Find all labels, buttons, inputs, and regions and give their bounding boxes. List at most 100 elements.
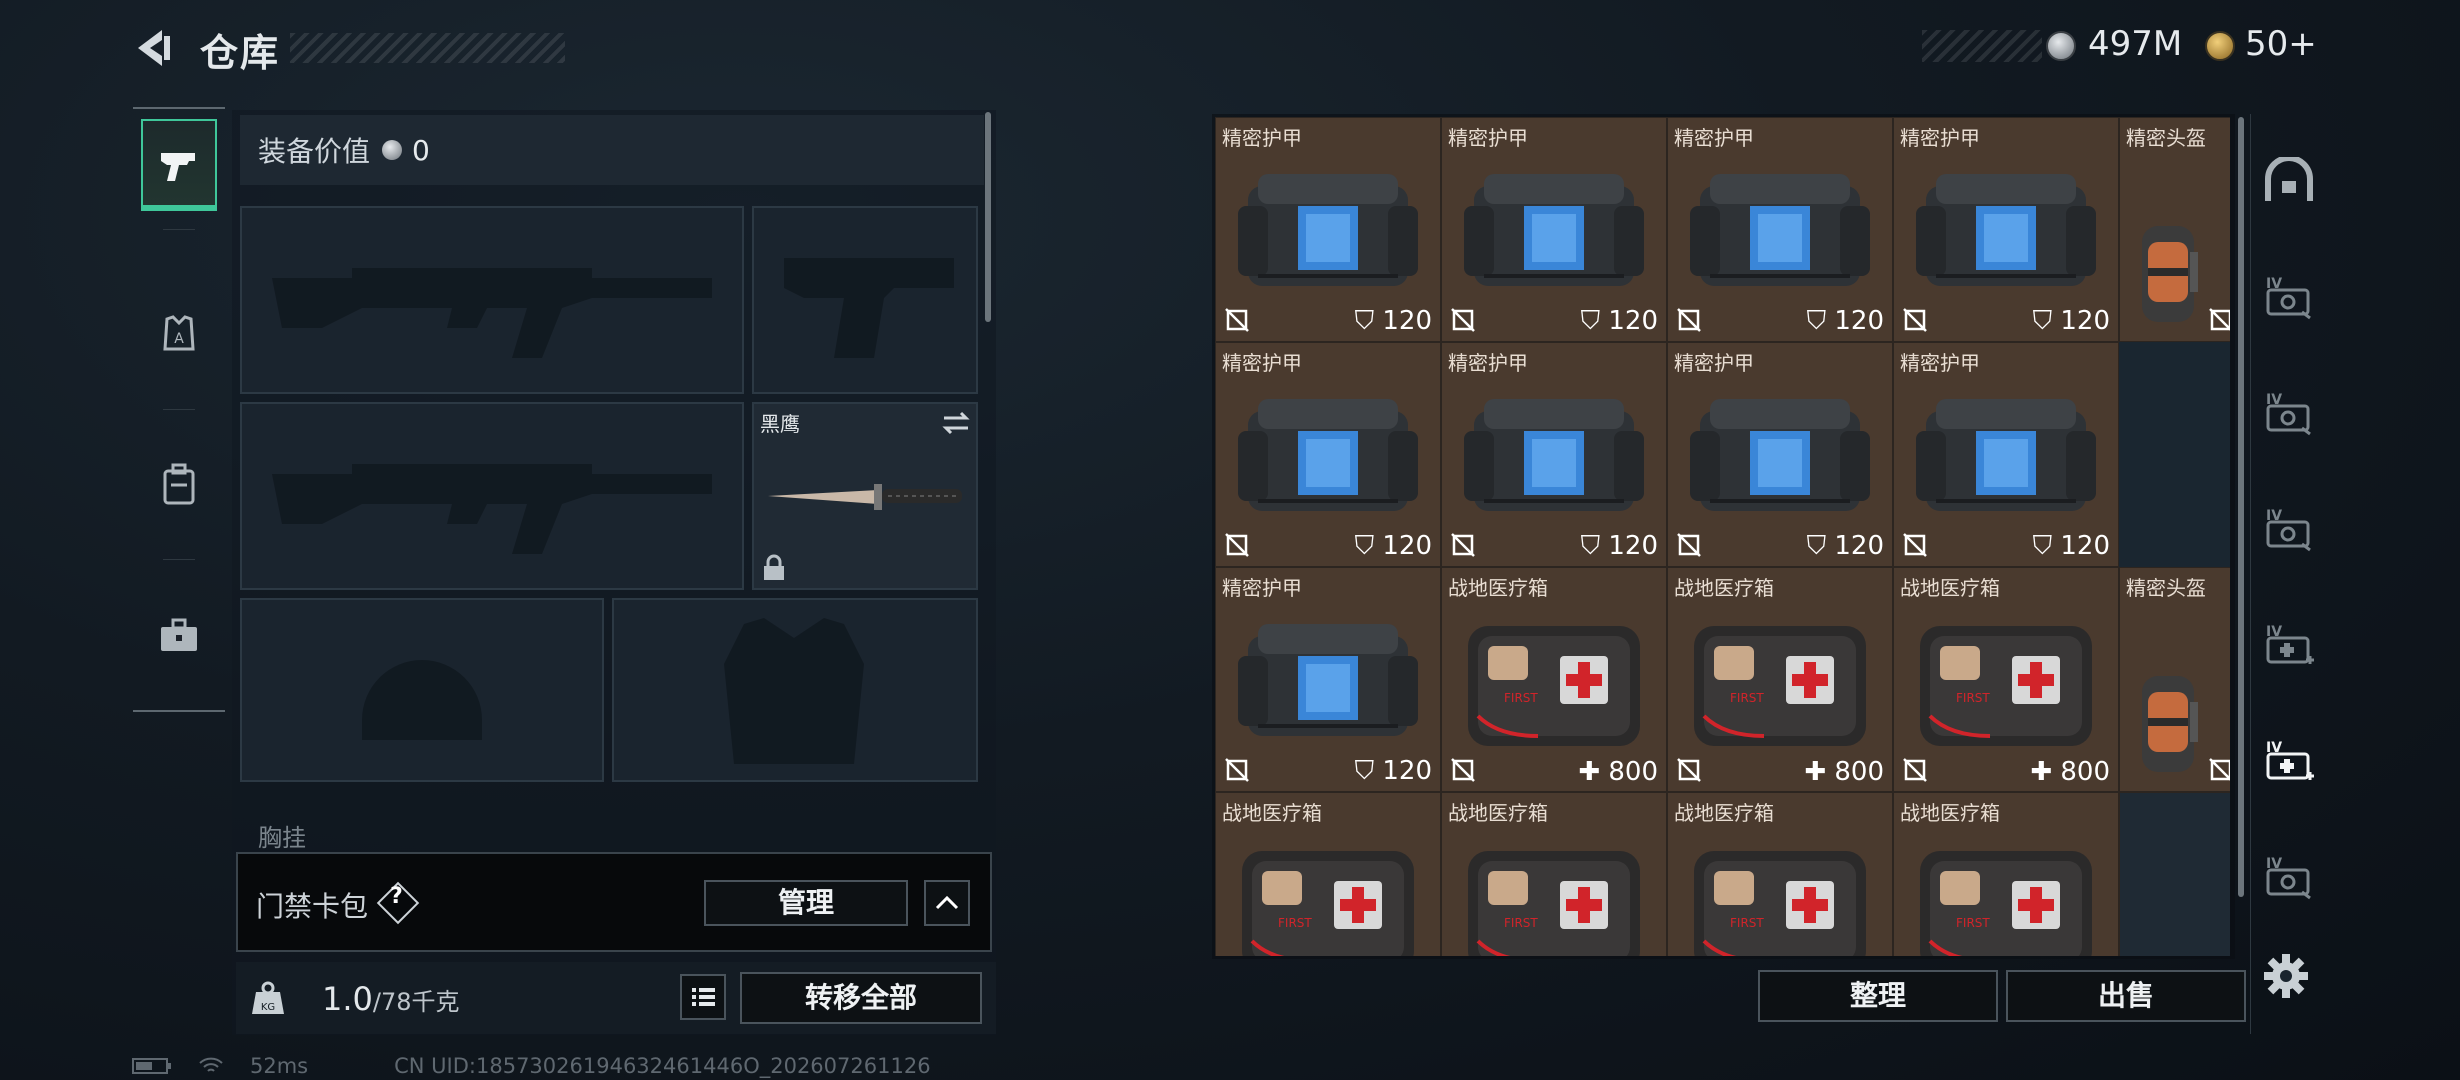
item-name: 战地医疗箱 <box>1222 801 1322 825</box>
silver-currency-value: 497M <box>2088 24 2183 64</box>
help-icon[interactable]: ? <box>390 884 403 909</box>
iv-case-icon: IV <box>2266 856 2311 900</box>
rifle-silhouette-icon <box>272 464 712 554</box>
no-insure-icon <box>2209 308 2230 331</box>
knife-name: 黑鹰 <box>760 412 800 436</box>
item-name: 战地医疗箱 <box>1448 801 1548 825</box>
item-name: 精密护甲 <box>1674 351 1754 375</box>
pistol-slot[interactable] <box>752 206 978 394</box>
item-cell-armor[interactable]: 精密护甲 ⛉ 120 <box>1215 342 1441 567</box>
item-cell-helmet[interactable]: 精密头盔⛉ 75 <box>2119 567 2230 792</box>
tab-armor[interactable]: A <box>141 289 217 381</box>
tab-backpack[interactable] <box>141 439 217 531</box>
no-insure-icon <box>1903 308 1927 332</box>
gold-currency-value[interactable]: 50+ <box>2245 24 2317 64</box>
container-tab[interactable]: IV <box>2255 378 2323 450</box>
helmet-slot[interactable] <box>240 598 604 782</box>
armor-icon <box>1464 174 1644 286</box>
body-armor-slot[interactable] <box>612 598 978 782</box>
no-insure-icon <box>1451 758 1475 782</box>
item-cell-medkit[interactable]: 战地医疗箱 FIRST ✚ 800 <box>1893 567 2119 792</box>
secondary-weapon-slot[interactable] <box>240 402 744 590</box>
iv-medkit-icon: IV <box>2266 624 2314 664</box>
list-view-button[interactable] <box>680 974 726 1020</box>
no-insure-icon <box>1677 758 1701 782</box>
item-cell-armor[interactable]: 精密护甲 ⛉ 120 <box>1893 342 2119 567</box>
container-tab[interactable]: IV <box>2255 726 2323 798</box>
pistol-icon <box>161 153 195 181</box>
gold-coin-icon <box>2205 31 2235 61</box>
collapse-button[interactable] <box>924 880 970 926</box>
durability-value: ⛉ 120 <box>1806 531 1884 561</box>
medkit-icon: FIRST <box>1920 626 2092 746</box>
equipment-scrollbar[interactable] <box>985 112 991 322</box>
item-cell-medkit[interactable]: 战地医疗箱 FIRST <box>1441 792 1667 956</box>
item-cell-helmet[interactable]: 精密头盔⛉ 75 <box>2119 117 2230 342</box>
no-insure-icon <box>2209 758 2230 781</box>
tab-weapons[interactable] <box>141 119 217 211</box>
no-insure-icon <box>1225 308 1249 332</box>
manage-button[interactable]: 管理 <box>704 880 908 926</box>
no-insure-icon <box>1677 533 1701 557</box>
item-cell-medkit[interactable]: 战地医疗箱 FIRST <box>1667 792 1893 956</box>
keycard-bag-label: 门禁卡包 <box>256 890 369 923</box>
item-cell-armor[interactable]: 精密护甲 ⛉ 120 <box>1441 342 1667 567</box>
gear-icon[interactable] <box>2262 952 2310 1000</box>
silver-coin-icon <box>382 140 403 160</box>
rifle-silhouette-icon <box>272 268 712 358</box>
container-tab[interactable]: IV <box>2255 610 2323 682</box>
item-name: 精密护甲 <box>1222 576 1302 600</box>
medkit-icon: FIRST <box>1694 851 1866 956</box>
armor-icon <box>1238 174 1418 286</box>
item-cell-armor[interactable]: 精密护甲 ⛉ 120 <box>1215 567 1441 792</box>
item-name: 战地医疗箱 <box>1900 801 2000 825</box>
armor-icon <box>1238 624 1418 736</box>
armor-icon <box>1916 174 2096 286</box>
item-cell-armor[interactable]: 精密护甲 ⛉ 120 <box>1893 117 2119 342</box>
no-insure-icon <box>1903 533 1927 557</box>
status-bar: 52ms CN UID:18573026194632461446O_202607… <box>132 1054 931 1078</box>
transfer-all-button[interactable]: 转移全部 <box>740 972 982 1024</box>
backpack-icon <box>163 463 195 505</box>
svg-text:FIRST: FIRST <box>1730 916 1764 930</box>
item-cell-medkit[interactable]: 战地医疗箱 FIRST <box>1893 792 2119 956</box>
no-insure-icon <box>1677 308 1701 332</box>
iv-case-icon: IV <box>2266 392 2311 436</box>
weight-kg-icon: KG <box>248 978 288 1018</box>
page-title: 仓库 <box>200 31 281 75</box>
heal-value: ✚ 800 <box>1804 757 1884 787</box>
helmet-icon <box>2142 226 2198 322</box>
swap-icon[interactable] <box>940 410 972 436</box>
primary-weapon-slot[interactable] <box>240 206 744 394</box>
item-cell-medkit[interactable]: 战地医疗箱 FIRST ✚ 800 <box>1667 567 1893 792</box>
no-insure-icon <box>1903 758 1927 782</box>
safe-box-tab[interactable] <box>2255 144 2323 216</box>
item-cell-medkit[interactable]: 战地医疗箱 FIRST ✚ 800 <box>1441 567 1667 792</box>
container-tab[interactable]: IV <box>2255 842 2323 914</box>
item-cell-armor[interactable]: 精密护甲 ⛉ 120 <box>1667 117 1893 342</box>
tidy-button[interactable]: 整理 <box>1758 970 1998 1022</box>
item-name: 精密护甲 <box>1448 351 1528 375</box>
melee-slot[interactable]: 黑鹰 <box>752 402 978 590</box>
sell-button[interactable]: 出售 <box>2006 970 2246 1022</box>
weight-readout: 1.0/78千克 <box>322 980 460 1018</box>
storage-scrollbar[interactable] <box>2238 117 2244 897</box>
container-tab[interactable]: IV <box>2255 494 2323 566</box>
title-decoration <box>290 33 565 63</box>
armor-icon <box>1464 399 1644 511</box>
item-name: 精密护甲 <box>1448 126 1528 150</box>
item-cell-armor[interactable]: 精密护甲 ⛉ 120 <box>1215 117 1441 342</box>
item-cell-medkit[interactable]: 战地医疗箱 FIRST <box>1215 792 1441 956</box>
item-cell-armor[interactable]: 精密护甲 ⛉ 120 <box>1441 117 1667 342</box>
empty-cell[interactable] <box>2119 792 2230 956</box>
iv-medkit-icon: IV <box>2266 740 2314 780</box>
tab-briefcase[interactable] <box>141 589 217 681</box>
container-tab[interactable]: IV <box>2255 262 2323 334</box>
chevron-up-icon <box>935 895 959 910</box>
back-arrow-icon[interactable] <box>132 26 176 70</box>
list-icon <box>692 988 715 1006</box>
medkit-icon: FIRST <box>1468 626 1640 746</box>
pistol-silhouette-icon <box>784 258 954 358</box>
item-cell-armor[interactable]: 精密护甲 ⛉ 120 <box>1667 342 1893 567</box>
medkit-icon: FIRST <box>1694 626 1866 746</box>
